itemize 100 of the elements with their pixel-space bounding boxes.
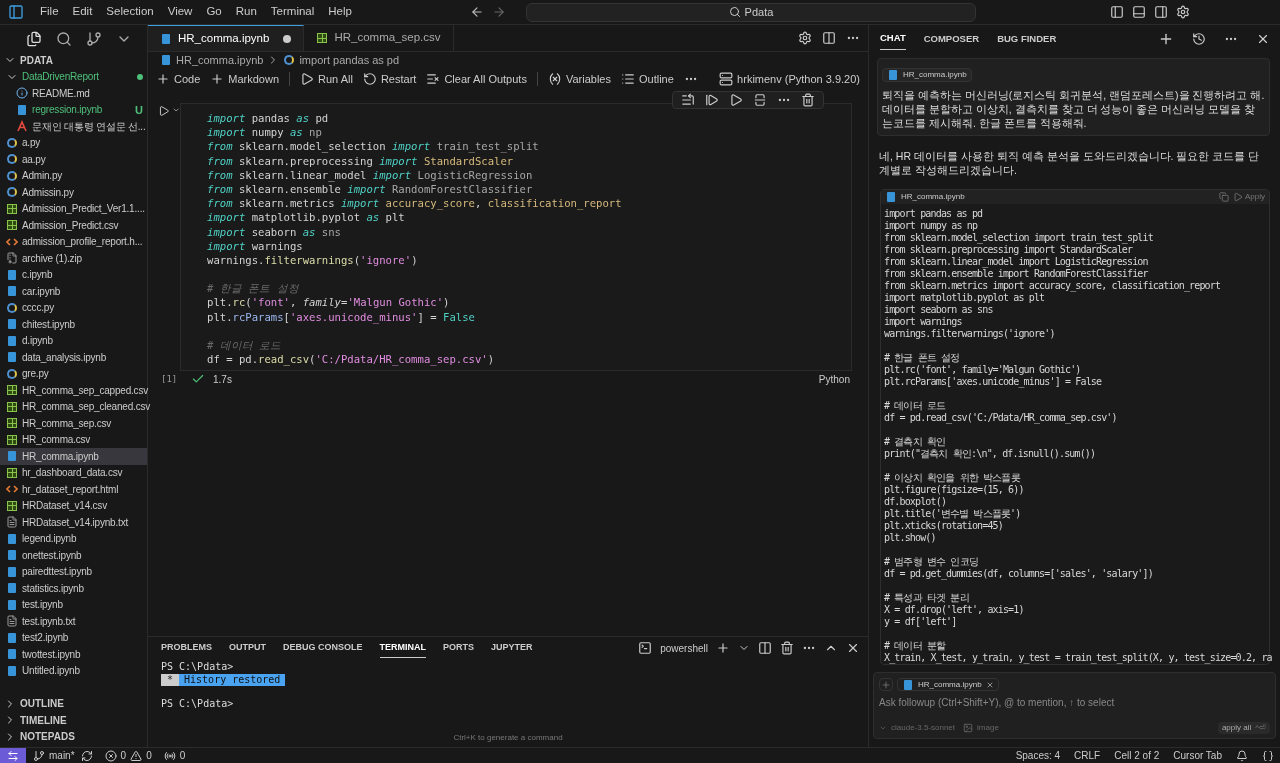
plus-icon[interactable] <box>716 641 730 655</box>
tree-item[interactable]: HRDataset_v14.csv <box>0 497 147 514</box>
editor-tab[interactable]: HR_comma.ipynb <box>148 25 305 51</box>
ports-status[interactable]: 0 <box>163 748 186 763</box>
tree-item[interactable]: Admissin.py <box>0 184 147 201</box>
history-icon[interactable] <box>1192 32 1206 46</box>
sidebar-toggle-icon[interactable] <box>1110 5 1124 19</box>
panel-tab[interactable]: TERMINAL <box>379 637 427 659</box>
editor-tab[interactable]: HR_comma_sep.csv <box>304 25 454 51</box>
tree-item[interactable]: Admin.py <box>0 167 147 184</box>
close-icon[interactable] <box>1256 32 1270 46</box>
tree-item[interactable]: archive (1).zip <box>0 250 147 267</box>
notifications-icon[interactable] <box>1236 749 1248 762</box>
chat-tab[interactable]: COMPOSER <box>923 28 980 50</box>
search-icon[interactable] <box>56 30 72 47</box>
run-below-icon[interactable] <box>705 93 719 107</box>
close-icon[interactable] <box>846 641 860 655</box>
chat-input-field[interactable]: Ask followup (Ctrl+Shift+Y), @ to mention, ↑ to select <box>879 695 1270 710</box>
tree-item[interactable]: c.ipynb <box>0 266 147 283</box>
tree-item[interactable]: HRDataset_v14.ipynb.txt <box>0 514 147 531</box>
toolbar-button[interactable]: Outline <box>620 70 674 88</box>
menu-item[interactable]: File <box>40 3 59 21</box>
close-icon[interactable] <box>985 680 994 689</box>
delete-icon[interactable] <box>801 93 815 107</box>
tree-item[interactable]: HR_comma.ipynb <box>0 448 147 465</box>
tree-item[interactable]: test.ipynb <box>0 596 147 613</box>
chat-tab[interactable]: BUG FINDER <box>997 28 1057 50</box>
toolbar-button[interactable]: Restart <box>362 70 417 88</box>
tree-item[interactable]: HR_comma.csv <box>0 431 147 448</box>
chat-tab[interactable]: CHAT <box>880 28 906 50</box>
tree-item[interactable]: hr_dataset_report.html <box>0 481 147 498</box>
panel-toggle-icon[interactable] <box>1132 5 1146 19</box>
problems-status[interactable]: 0 0 <box>104 748 152 763</box>
tree-item[interactable]: DataDrivenReport <box>0 68 147 85</box>
chat-input-box[interactable]: HR_comma.ipynb Ask followup (Ctrl+Shift+Y), @ to mention, ↑ to select claude-3.5-sonnet image apply all ^⏎ <box>873 672 1276 739</box>
tree-item[interactable]: Admission_Predict_Ver1.1.... <box>0 200 147 217</box>
apply-button[interactable]: Apply <box>1233 191 1265 203</box>
tree-item[interactable]: onettest.ipynb <box>0 547 147 564</box>
split-cell-icon[interactable] <box>753 93 767 107</box>
tree-item[interactable]: car.ipynb <box>0 283 147 300</box>
remote-button[interactable] <box>0 748 26 763</box>
apply-all-button[interactable]: apply all ^⏎ <box>1217 722 1270 734</box>
settings-icon[interactable] <box>798 31 812 45</box>
source-control-icon[interactable] <box>86 30 102 47</box>
branch-status[interactable]: main* <box>33 748 75 763</box>
panel-tab[interactable]: DEBUG CONSOLE <box>283 638 363 658</box>
tree-item[interactable]: statistics.ipynb <box>0 580 147 597</box>
menu-item[interactable]: Edit <box>72 3 93 21</box>
panel-tab[interactable]: PROBLEMS <box>161 638 212 658</box>
tree-item[interactable]: HR_comma_sep.csv <box>0 415 147 432</box>
menu-item[interactable]: Go <box>206 3 222 21</box>
section-header[interactable]: OUTLINE <box>20 696 64 712</box>
tree-item[interactable]: Untitled.ipynb <box>0 662 147 679</box>
secondary-sidebar-toggle-icon[interactable] <box>1154 5 1168 19</box>
command-search-field[interactable]: Pdata <box>526 2 976 22</box>
panel-tab[interactable]: PORTS <box>443 638 475 658</box>
section-header[interactable]: NOTEPADS <box>20 729 75 745</box>
tree-item[interactable]: admission_profile_report.h... <box>0 233 147 250</box>
language-label[interactable]: Python <box>818 371 850 387</box>
tree-item[interactable]: test2.ipynb <box>0 629 147 646</box>
status-item[interactable]: Cell 2 of 2 <box>1114 748 1160 763</box>
explorer-icon[interactable] <box>26 30 42 47</box>
tree-item[interactable]: gre.py <box>0 365 147 382</box>
tree-item[interactable]: twottest.ipynb <box>0 646 147 663</box>
run-cell-icon[interactable] <box>158 104 170 118</box>
tree-item[interactable]: test.ipynb.txt <box>0 613 147 630</box>
tree-item[interactable]: regression.ipynb U <box>0 101 147 118</box>
tree-item[interactable]: chitest.ipynb <box>0 316 147 333</box>
menu-item[interactable]: Selection <box>106 3 154 21</box>
tree-item[interactable]: legend.ipynb <box>0 530 147 547</box>
toolbar-button[interactable]: Run All <box>300 70 353 88</box>
tree-item[interactable]: hr_dashboard_data.csv <box>0 464 147 481</box>
run-above-icon[interactable] <box>681 93 695 107</box>
status-item[interactable]: CRLF <box>1074 748 1101 763</box>
toolbar-button[interactable]: Code <box>156 70 201 88</box>
forward-icon[interactable] <box>492 5 506 19</box>
split-terminal-icon[interactable] <box>758 641 772 655</box>
tree-item[interactable]: aa.py <box>0 151 147 168</box>
copy-icon[interactable] <box>1219 192 1229 202</box>
kernel-picker[interactable]: hrkimenv (Python 3.9.20) <box>719 70 860 88</box>
tree-item[interactable]: cccc.py <box>0 299 147 316</box>
workspace-title[interactable]: PDATA <box>20 52 53 68</box>
breadcrumb-item[interactable]: import pandas as pd <box>299 51 400 69</box>
status-item[interactable]: Spaces: 4 <box>1015 748 1061 763</box>
toolbar-button[interactable]: Clear All Outputs <box>426 70 527 88</box>
tree-item[interactable]: 문재인 대통령 연설문 선... <box>0 118 147 135</box>
file-chip[interactable]: HR_comma.ipynb <box>882 68 972 82</box>
tree-item[interactable]: data_analysis.ipynb <box>0 349 147 366</box>
new-chat-icon[interactable] <box>1158 31 1174 47</box>
split-editor-icon[interactable] <box>822 31 836 45</box>
run-cell-icon[interactable] <box>729 93 743 107</box>
section-header[interactable]: TIMELINE <box>20 712 67 728</box>
tree-item[interactable]: Admission_Predict.csv <box>0 217 147 234</box>
breadcrumb-item[interactable]: HR_comma.ipynb <box>176 51 264 69</box>
panel-tab[interactable]: OUTPUT <box>229 638 266 658</box>
tree-item[interactable]: a.py <box>0 134 147 151</box>
menu-item[interactable]: View <box>167 3 193 21</box>
toolbar-button[interactable]: Markdown <box>210 70 280 88</box>
tree-item[interactable]: d.ipynb <box>0 332 147 349</box>
panel-tab[interactable]: JUPYTER <box>491 638 533 658</box>
